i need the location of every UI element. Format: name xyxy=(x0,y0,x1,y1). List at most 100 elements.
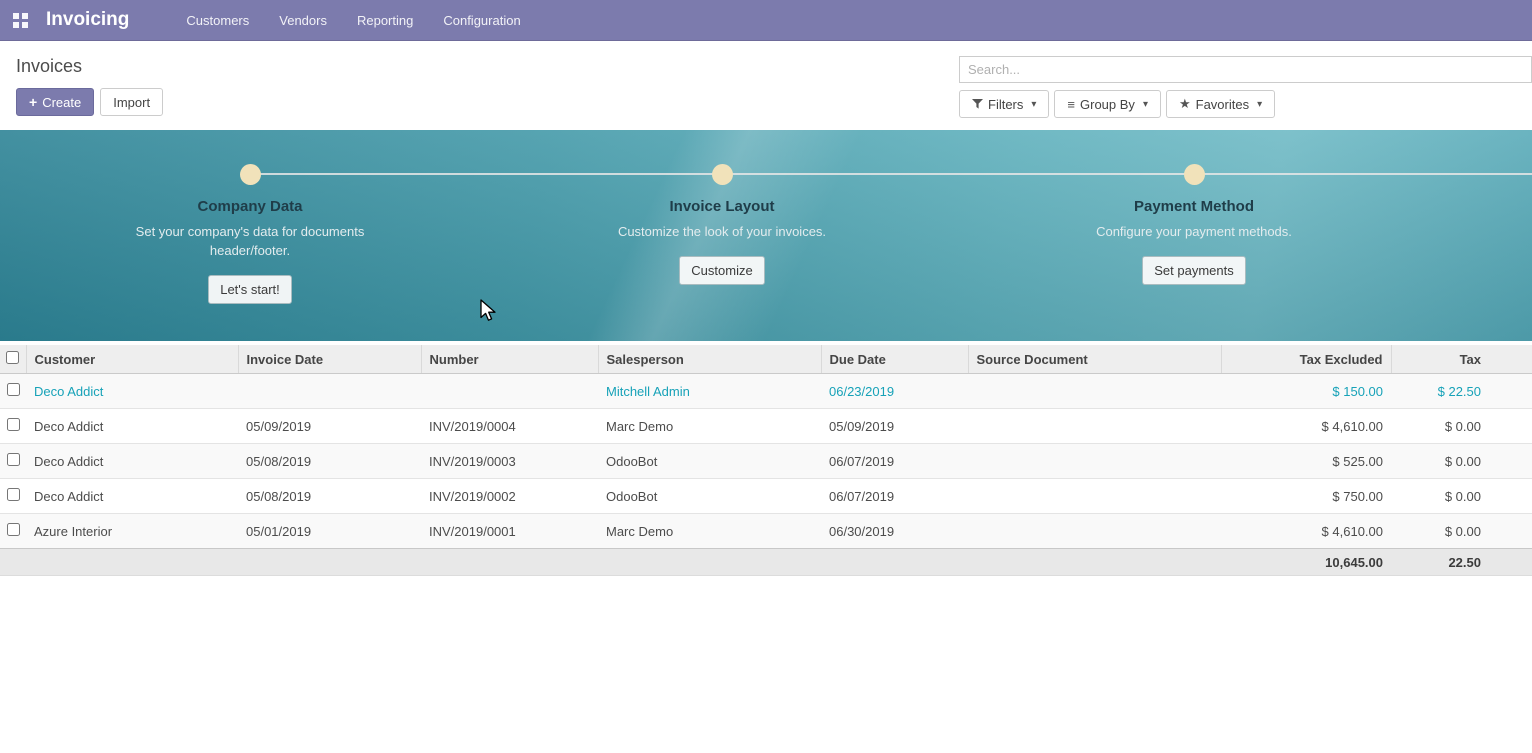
cell-source-document xyxy=(968,479,1221,514)
cell-number: INV/2019/0003 xyxy=(421,444,598,479)
group-by-icon: ≡ xyxy=(1067,97,1075,112)
cell-tax: $ 0.00 xyxy=(1391,444,1532,479)
cell-invoice-date: 05/08/2019 xyxy=(238,479,421,514)
cell-number: INV/2019/0002 xyxy=(421,479,598,514)
column-header-number[interactable]: Number xyxy=(421,345,598,374)
cell-salesperson: OdooBot xyxy=(598,479,821,514)
group-by-button-label: Group By xyxy=(1080,97,1135,112)
set-payments-button[interactable]: Set payments xyxy=(1142,256,1246,285)
cell-invoice-date: 05/09/2019 xyxy=(238,409,421,444)
cell-tax: $ 22.50 xyxy=(1391,374,1532,409)
table-header-row: Customer Invoice Date Number Salesperson… xyxy=(0,345,1532,374)
onboarding-banner: Company Data Set your company's data for… xyxy=(0,130,1532,341)
import-button-label: Import xyxy=(113,95,150,110)
column-header-tax-excluded[interactable]: Tax Excluded xyxy=(1221,345,1391,374)
onboarding-step-payment-method: Payment Method Configure your payment me… xyxy=(1044,164,1344,285)
table-row[interactable]: Deco Addict Mitchell Admin 06/23/2019 $ … xyxy=(0,374,1532,409)
column-header-customer[interactable]: Customer xyxy=(26,345,238,374)
chevron-down-icon: ▾ xyxy=(1031,99,1036,110)
create-button[interactable]: + Create xyxy=(16,88,94,116)
cell-tax-excluded: $ 4,610.00 xyxy=(1221,514,1391,549)
plus-icon: + xyxy=(29,95,37,109)
column-header-invoice-date[interactable]: Invoice Date xyxy=(238,345,421,374)
column-header-tax[interactable]: Tax xyxy=(1391,345,1532,374)
cell-customer: Deco Addict xyxy=(26,479,238,514)
filters-button[interactable]: Filters ▾ xyxy=(959,90,1049,118)
app-name[interactable]: Invoicing xyxy=(46,9,129,31)
menu-customers[interactable]: Customers xyxy=(171,0,264,40)
step-description: Configure your payment methods. xyxy=(1079,222,1309,241)
onboarding-step-invoice-layout: Invoice Layout Customize the look of you… xyxy=(572,164,872,285)
search-input[interactable] xyxy=(959,56,1532,83)
table-row[interactable]: Deco Addict 05/08/2019 INV/2019/0002 Odo… xyxy=(0,479,1532,514)
menu-reporting[interactable]: Reporting xyxy=(342,0,428,40)
cell-tax-excluded: $ 150.00 xyxy=(1221,374,1391,409)
row-checkbox[interactable] xyxy=(7,383,20,396)
cell-invoice-date: 05/08/2019 xyxy=(238,444,421,479)
control-panel: Invoices + Create Import Filters ▾ ≡ Gro xyxy=(0,41,1532,130)
menu-vendors[interactable]: Vendors xyxy=(264,0,342,40)
cell-tax: $ 0.00 xyxy=(1391,479,1532,514)
cell-customer: Azure Interior xyxy=(26,514,238,549)
menu-configuration[interactable]: Configuration xyxy=(428,0,535,40)
star-icon: ★ xyxy=(1179,96,1191,112)
cell-salesperson: Marc Demo xyxy=(598,514,821,549)
totals-row: 10,645.00 22.50 xyxy=(0,549,1532,576)
step-title: Company Data xyxy=(100,198,400,215)
row-checkbox[interactable] xyxy=(7,453,20,466)
table-row[interactable]: Deco Addict 05/08/2019 INV/2019/0003 Odo… xyxy=(0,444,1532,479)
step-title: Payment Method xyxy=(1044,198,1344,215)
cell-tax: $ 0.00 xyxy=(1391,514,1532,549)
total-tax: 22.50 xyxy=(1391,549,1532,576)
cell-number xyxy=(421,374,598,409)
create-button-label: Create xyxy=(42,95,81,110)
cell-due-date: 06/30/2019 xyxy=(821,514,968,549)
cell-tax-excluded: $ 750.00 xyxy=(1221,479,1391,514)
step-marker-icon xyxy=(1184,164,1205,185)
cell-source-document xyxy=(968,444,1221,479)
table-row[interactable]: Deco Addict 05/09/2019 INV/2019/0004 Mar… xyxy=(0,409,1532,444)
filters-button-label: Filters xyxy=(988,97,1023,112)
cell-tax-excluded: $ 4,610.00 xyxy=(1221,409,1391,444)
customize-button[interactable]: Customize xyxy=(679,256,764,285)
row-checkbox[interactable] xyxy=(7,488,20,501)
chevron-down-icon: ▾ xyxy=(1257,99,1262,110)
cell-due-date: 05/09/2019 xyxy=(821,409,968,444)
cell-salesperson: OdooBot xyxy=(598,444,821,479)
cell-due-date: 06/07/2019 xyxy=(821,479,968,514)
cell-due-date: 06/23/2019 xyxy=(821,374,968,409)
import-button[interactable]: Import xyxy=(100,88,163,116)
select-all-checkbox[interactable] xyxy=(6,351,19,364)
column-header-salesperson[interactable]: Salesperson xyxy=(598,345,821,374)
cell-invoice-date xyxy=(238,374,421,409)
step-description: Customize the look of your invoices. xyxy=(607,222,837,241)
row-checkbox[interactable] xyxy=(7,523,20,536)
favorites-button[interactable]: ★ Favorites ▾ xyxy=(1166,90,1275,118)
top-navbar: Invoicing Customers Vendors Reporting Co… xyxy=(0,0,1532,41)
step-marker-icon xyxy=(712,164,733,185)
onboarding-step-company-data: Company Data Set your company's data for… xyxy=(100,164,400,304)
column-header-source-document[interactable]: Source Document xyxy=(968,345,1221,374)
cell-tax-excluded: $ 525.00 xyxy=(1221,444,1391,479)
cell-salesperson: Marc Demo xyxy=(598,409,821,444)
cell-tax: $ 0.00 xyxy=(1391,409,1532,444)
table-row[interactable]: Azure Interior 05/01/2019 INV/2019/0001 … xyxy=(0,514,1532,549)
page-title: Invoices xyxy=(16,56,163,77)
cell-customer: Deco Addict xyxy=(26,409,238,444)
group-by-button[interactable]: ≡ Group By ▾ xyxy=(1054,90,1161,118)
cell-due-date: 06/07/2019 xyxy=(821,444,968,479)
cell-salesperson: Mitchell Admin xyxy=(598,374,821,409)
total-tax-excluded: 10,645.00 xyxy=(1221,549,1391,576)
row-checkbox[interactable] xyxy=(7,418,20,431)
column-header-due-date[interactable]: Due Date xyxy=(821,345,968,374)
apps-grid-icon[interactable] xyxy=(0,0,41,41)
cell-customer: Deco Addict xyxy=(26,444,238,479)
lets-start-button[interactable]: Let's start! xyxy=(208,275,292,304)
cell-number: INV/2019/0004 xyxy=(421,409,598,444)
main-menu: Customers Vendors Reporting Configuratio… xyxy=(171,0,535,40)
cell-customer: Deco Addict xyxy=(26,374,238,409)
step-title: Invoice Layout xyxy=(572,198,872,215)
cell-source-document xyxy=(968,374,1221,409)
step-marker-icon xyxy=(240,164,261,185)
cell-number: INV/2019/0001 xyxy=(421,514,598,549)
